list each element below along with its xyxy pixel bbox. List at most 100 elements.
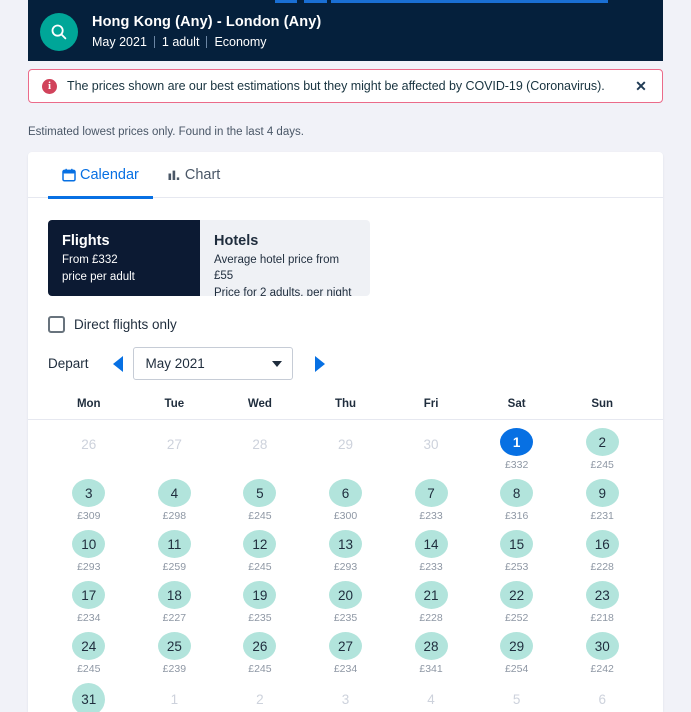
calendar-day[interactable]: 27 £234 — [303, 624, 389, 675]
month-select[interactable]: May 2021 — [132, 347, 293, 380]
calendar-day[interactable]: 17 £234 — [46, 573, 132, 624]
flights-summary-card[interactable]: Flights From £332 price per adult — [48, 220, 200, 296]
calendar-day[interactable]: 10 £293 — [46, 522, 132, 573]
calendar-day-number: 2 — [256, 692, 264, 707]
calendar-day-disabled: 28 — [217, 420, 303, 471]
calendar-day-number: 15 — [500, 530, 534, 558]
calendar-weekday: Sun — [591, 398, 614, 410]
calendar-day-number: 31 — [72, 683, 106, 712]
calendar-day[interactable]: 1 £332 — [474, 420, 560, 471]
calendar-icon — [62, 168, 76, 182]
hotels-summary-card[interactable]: Hotels Average hotel price from £55 Pric… — [200, 220, 370, 296]
calendar-day-price: £245 — [248, 561, 272, 573]
calendar-day-price: £239 — [162, 663, 187, 675]
calendar-day-number: 22 — [500, 581, 534, 609]
direct-flights-checkbox[interactable] — [48, 316, 65, 333]
calendar-day[interactable]: 16 £228 — [559, 522, 645, 573]
calendar-day-number: 18 — [157, 581, 191, 609]
calendar-day[interactable]: 3 £309 — [46, 471, 132, 522]
calendar-day-price: £253 — [504, 561, 529, 573]
calendar-day[interactable]: 22 £252 — [474, 573, 560, 624]
flights-title: Flights — [62, 233, 110, 249]
calendar-day-number: 7 — [414, 479, 448, 507]
calendar-day[interactable]: 12 £245 — [217, 522, 303, 573]
calendar-weekday: Sat — [507, 398, 526, 410]
calendar-day-number: 6 — [328, 479, 362, 507]
covid-alert-text: The prices shown are our best estimation… — [67, 79, 605, 93]
calendar-day[interactable]: 24 £245 — [46, 624, 132, 675]
chevron-left-icon[interactable] — [105, 351, 131, 377]
calendar-day-price: £235 — [333, 612, 358, 624]
info-icon: i — [42, 78, 57, 94]
calendar-day[interactable]: 30 £242 — [559, 624, 645, 675]
calendar-day-price: £293 — [333, 561, 358, 573]
calendar-weekday-header: Mon Tue Wed Thu Fri Sat Sun — [28, 398, 663, 420]
calendar-day-price: £245 — [248, 510, 272, 522]
calendar-day[interactable]: 11 £259 — [132, 522, 218, 573]
calendar-day[interactable]: 20 £235 — [303, 573, 389, 624]
calendar-day[interactable]: 18 £227 — [132, 573, 218, 624]
calendar-day[interactable]: 31 — [46, 675, 132, 712]
calendar-weekday: Mon — [76, 398, 101, 410]
calendar-day-price: £245 — [77, 663, 101, 675]
chevron-down-icon — [271, 360, 282, 367]
calendar-day[interactable]: 21 £228 — [388, 573, 474, 624]
calendar-day[interactable]: 23 £218 — [559, 573, 645, 624]
calendar-day-number: 4 — [427, 692, 435, 707]
tab-calendar[interactable]: Calendar — [48, 152, 153, 199]
calendar-day-disabled: 29 — [303, 420, 389, 471]
next-month-arrow — [314, 355, 325, 372]
tab-calendar-label: Calendar — [80, 167, 139, 183]
calendar-day-disabled: 1 — [132, 675, 218, 712]
calendar-day[interactable]: 25 £239 — [132, 624, 218, 675]
calendar-day[interactable]: 26 £245 — [217, 624, 303, 675]
calendar-day-disabled: 27 — [132, 420, 218, 471]
calendar-day[interactable]: 2 £245 — [559, 420, 645, 471]
calendar-day[interactable]: 9 £231 — [559, 471, 645, 522]
calendar-day-number: 2 — [585, 428, 619, 456]
calendar-day-number: 1 — [170, 692, 179, 707]
calendar-day[interactable]: 4 £298 — [132, 471, 218, 522]
depart-label: Depart — [48, 356, 89, 371]
calendar-day-number: 5 — [243, 479, 277, 507]
calendar-day-disabled: 30 — [388, 420, 474, 471]
calendar-day-disabled: 3 — [303, 675, 389, 712]
calendar-day[interactable]: 28 £341 — [388, 624, 474, 675]
calendar-day-number: 6 — [598, 692, 606, 707]
search-summary-header[interactable]: Hong Kong (Any) - London (Any) May 2021 … — [28, 3, 663, 61]
calendar-day-grid: 26 27 28 29 30 1 £332 2 £245 3 £309 4 £298 5 £245 6 £300… — [28, 420, 663, 712]
calendar-day-number: 20 — [328, 581, 362, 609]
close-icon[interactable]: ✕ — [630, 75, 652, 97]
covid-alert-banner: i The prices shown are our best estimati… — [28, 69, 663, 103]
calendar-day[interactable]: 15 £253 — [474, 522, 560, 573]
meta-divider — [153, 36, 155, 48]
prev-month-arrow — [112, 355, 123, 372]
calendar-day-disabled: 6 — [559, 675, 645, 712]
calendar-day-number: 28 — [414, 632, 448, 660]
price-calendar: Mon Tue Wed Thu Fri Sat Sun 26 27 28 29 30 1 £332 2 £2… — [28, 398, 663, 712]
tab-chart-label: Chart — [184, 167, 221, 183]
calendar-day-price: £245 — [248, 663, 272, 675]
calendar-day[interactable]: 5 £245 — [217, 471, 303, 522]
tab-chart[interactable]: Chart — [153, 152, 234, 198]
calendar-day[interactable]: 7 £233 — [388, 471, 474, 522]
chevron-right-icon[interactable] — [307, 351, 333, 377]
calendar-day[interactable]: 13 £293 — [303, 522, 389, 573]
calendar-day-number: 12 — [243, 530, 277, 558]
calendar-day[interactable]: 29 £254 — [474, 624, 560, 675]
calendar-day[interactable]: 14 £233 — [388, 522, 474, 573]
calendar-day[interactable]: 8 £316 — [474, 471, 560, 522]
calendar-day-number: 27 — [328, 632, 362, 660]
search-icon[interactable] — [40, 13, 78, 51]
calendar-day-price: £309 — [77, 510, 101, 522]
calendar-day[interactable]: 19 £235 — [217, 573, 303, 624]
month-select-value: May 2021 — [145, 356, 205, 371]
direct-flights-filter[interactable]: Direct flights only — [48, 316, 663, 333]
calendar-day-number: 14 — [414, 530, 448, 558]
calendar-day-number: 13 — [328, 530, 362, 558]
calendar-day-price: £235 — [248, 612, 272, 624]
calendar-day-number: 30 — [585, 632, 619, 660]
calendar-day[interactable]: 6 £300 — [303, 471, 389, 522]
calendar-day-price: £233 — [419, 561, 443, 573]
calendar-day-price: £228 — [419, 612, 443, 624]
